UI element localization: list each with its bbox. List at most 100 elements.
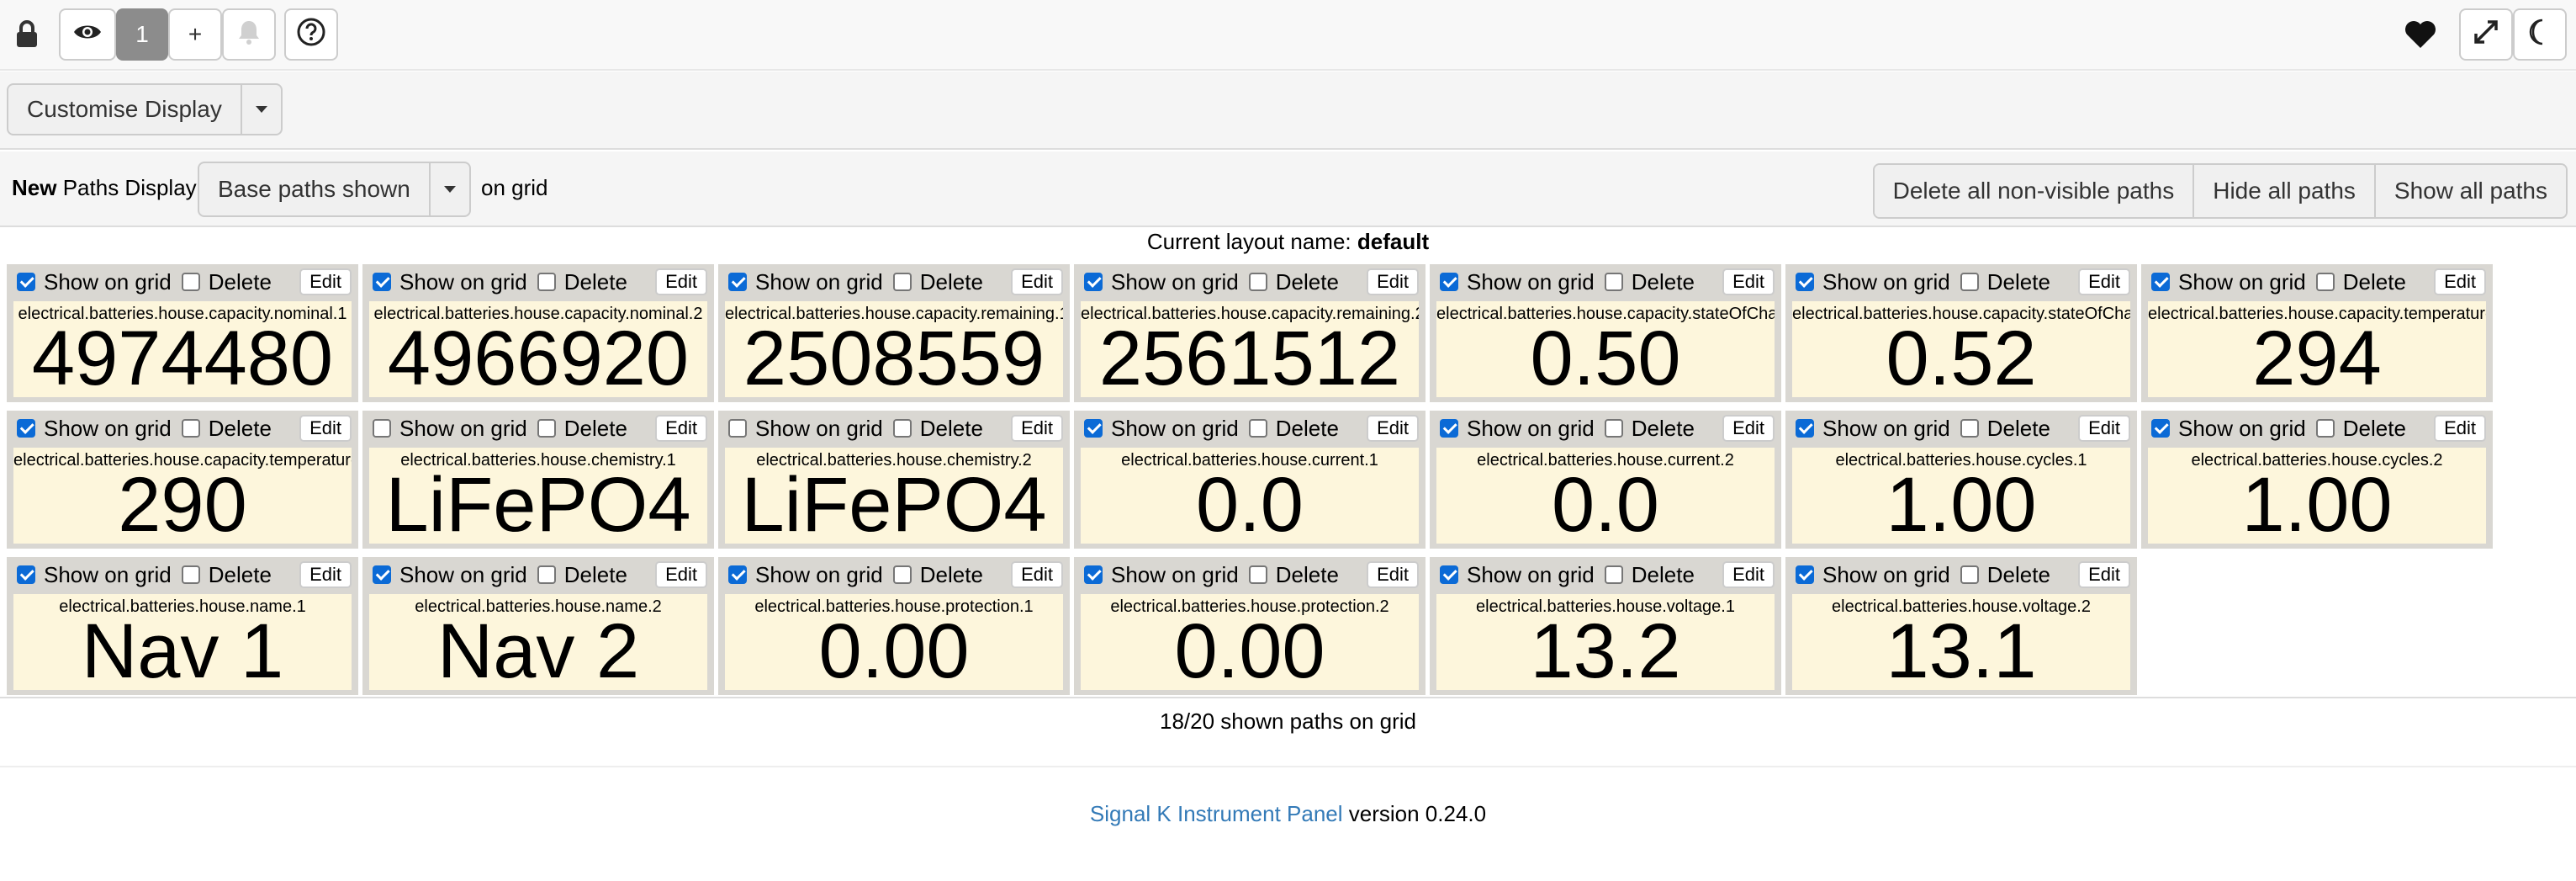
delete-checkbox[interactable] xyxy=(1248,273,1267,291)
show-on-grid-checkbox[interactable] xyxy=(373,565,391,584)
delete-checkbox[interactable] xyxy=(1960,273,1979,291)
show-on-grid-checkbox[interactable] xyxy=(2151,419,2170,438)
path-widget: Show on grid Delete Edit electrical.batteri… xyxy=(7,264,358,402)
delete-checkbox[interactable] xyxy=(1248,565,1267,584)
widget-controls: Show on grid Delete Edit xyxy=(362,264,714,300)
show-on-grid-checkbox[interactable] xyxy=(1440,419,1458,438)
edit-button[interactable]: Edit xyxy=(655,268,707,295)
edit-button[interactable]: Edit xyxy=(1722,268,1775,295)
delete-checkbox[interactable] xyxy=(1960,419,1979,438)
current-layout: Current layout name: default xyxy=(0,229,2576,255)
show-on-grid-checkbox[interactable] xyxy=(1084,419,1103,438)
notifications-button[interactable] xyxy=(222,8,276,61)
paths-filter-caret[interactable] xyxy=(428,163,469,215)
add-page-button[interactable]: + xyxy=(168,8,222,61)
edit-button[interactable]: Edit xyxy=(1367,415,1419,442)
delete-checkbox[interactable] xyxy=(181,273,200,291)
customise-caret[interactable] xyxy=(240,85,281,134)
delete-checkbox[interactable] xyxy=(537,419,556,438)
show-on-grid-checkbox[interactable] xyxy=(17,419,35,438)
show-on-grid-label: Show on grid xyxy=(1111,415,1239,441)
edit-button[interactable]: Edit xyxy=(1722,561,1775,588)
customise-display-dropdown[interactable]: Customise Display xyxy=(7,83,283,135)
show-on-grid-checkbox[interactable] xyxy=(1796,273,1814,291)
delete-checkbox[interactable] xyxy=(2315,273,2335,291)
delete-checkbox[interactable] xyxy=(537,565,556,584)
dark-mode-button[interactable] xyxy=(2513,8,2567,61)
show-all-button[interactable]: Show all paths xyxy=(2373,165,2566,217)
show-on-grid-checkbox[interactable] xyxy=(2151,273,2170,291)
show-on-grid-checkbox[interactable] xyxy=(1084,565,1103,584)
delete-checkbox[interactable] xyxy=(1604,273,1623,291)
edit-button[interactable]: Edit xyxy=(2434,415,2486,442)
show-on-grid-checkbox[interactable] xyxy=(1440,565,1458,584)
page-1-button[interactable]: 1 xyxy=(116,8,168,61)
show-on-grid-checkbox[interactable] xyxy=(1796,565,1814,584)
delete-checkbox[interactable] xyxy=(892,565,912,584)
delete-label: Delete xyxy=(1275,561,1339,587)
customise-display-button[interactable]: Customise Display xyxy=(8,85,241,134)
edit-button[interactable]: Edit xyxy=(2078,561,2130,588)
edit-button[interactable]: Edit xyxy=(1011,561,1063,588)
widget-display: electrical.batteries.house.name.2 Nav 2 xyxy=(369,594,707,690)
delete-checkbox[interactable] xyxy=(1604,565,1623,584)
widget-display: electrical.batteries.house.chemistry.2 Li… xyxy=(725,448,1063,544)
show-on-grid-label: Show on grid xyxy=(1822,415,1950,441)
show-on-grid-checkbox[interactable] xyxy=(728,565,747,584)
edit-button[interactable]: Edit xyxy=(2078,415,2130,442)
delete-checkbox[interactable] xyxy=(892,419,912,438)
app-link[interactable]: Signal K Instrument Panel xyxy=(1090,801,1343,826)
show-on-grid-checkbox[interactable] xyxy=(373,419,391,438)
help-button[interactable] xyxy=(284,8,338,61)
hide-all-button[interactable]: Hide all paths xyxy=(2193,165,2374,217)
show-on-grid-label: Show on grid xyxy=(44,415,172,441)
delete-checkbox[interactable] xyxy=(2315,419,2335,438)
delete-checkbox[interactable] xyxy=(1960,565,1979,584)
edit-button[interactable]: Edit xyxy=(655,561,707,588)
chevron-down-icon xyxy=(255,106,267,113)
show-on-grid-checkbox[interactable] xyxy=(373,273,391,291)
delete-checkbox[interactable] xyxy=(892,273,912,291)
edit-button[interactable]: Edit xyxy=(1011,268,1063,295)
widget-display: electrical.batteries.house.voltage.1 13.2 xyxy=(1436,594,1775,690)
paths-filter-button[interactable]: Base paths shown xyxy=(199,163,429,215)
delete-checkbox[interactable] xyxy=(1248,419,1267,438)
show-on-grid-checkbox[interactable] xyxy=(17,565,35,584)
widget-controls: Show on grid Delete Edit xyxy=(362,557,714,592)
edit-button[interactable]: Edit xyxy=(2434,268,2486,295)
edit-button[interactable]: Edit xyxy=(299,415,352,442)
edit-button[interactable]: Edit xyxy=(1011,415,1063,442)
delete-checkbox[interactable] xyxy=(181,419,200,438)
heart-icon[interactable] xyxy=(2395,8,2446,61)
show-on-grid-checkbox[interactable] xyxy=(728,419,747,438)
fullscreen-button[interactable] xyxy=(2459,8,2513,61)
shown-paths-count: 18/20 shown paths on grid xyxy=(1160,709,1416,734)
show-on-grid-label: Show on grid xyxy=(755,268,883,295)
delete-checkbox[interactable] xyxy=(1604,419,1623,438)
show-on-grid-checkbox[interactable] xyxy=(17,273,35,291)
widget-controls: Show on grid Delete Edit xyxy=(7,557,358,592)
view-mode-button[interactable] xyxy=(59,8,116,61)
widget-value: 0.0 xyxy=(1196,466,1304,544)
widget-display: electrical.batteries.house.protection.2 0… xyxy=(1081,594,1419,690)
edit-button[interactable]: Edit xyxy=(1367,561,1419,588)
delete-checkbox[interactable] xyxy=(537,273,556,291)
lock-icon[interactable] xyxy=(3,8,50,61)
edit-button[interactable]: Edit xyxy=(299,561,352,588)
widget-value: 4974480 xyxy=(31,320,334,397)
show-on-grid-checkbox[interactable] xyxy=(728,273,747,291)
path-widget: Show on grid Delete Edit electrical.batteri… xyxy=(718,264,1070,402)
edit-button[interactable]: Edit xyxy=(2078,268,2130,295)
edit-button[interactable]: Edit xyxy=(299,268,352,295)
paths-filter-dropdown[interactable]: Base paths shown xyxy=(198,162,471,217)
widget-controls: Show on grid Delete Edit xyxy=(718,411,1070,446)
edit-button[interactable]: Edit xyxy=(1367,268,1419,295)
edit-button[interactable]: Edit xyxy=(1722,415,1775,442)
edit-button[interactable]: Edit xyxy=(655,415,707,442)
delete-checkbox[interactable] xyxy=(181,565,200,584)
show-on-grid-checkbox[interactable] xyxy=(1440,273,1458,291)
delete-label: Delete xyxy=(1631,415,1695,441)
show-on-grid-checkbox[interactable] xyxy=(1084,273,1103,291)
show-on-grid-checkbox[interactable] xyxy=(1796,419,1814,438)
delete-non-visible-button[interactable]: Delete all non-visible paths xyxy=(1874,165,2193,217)
